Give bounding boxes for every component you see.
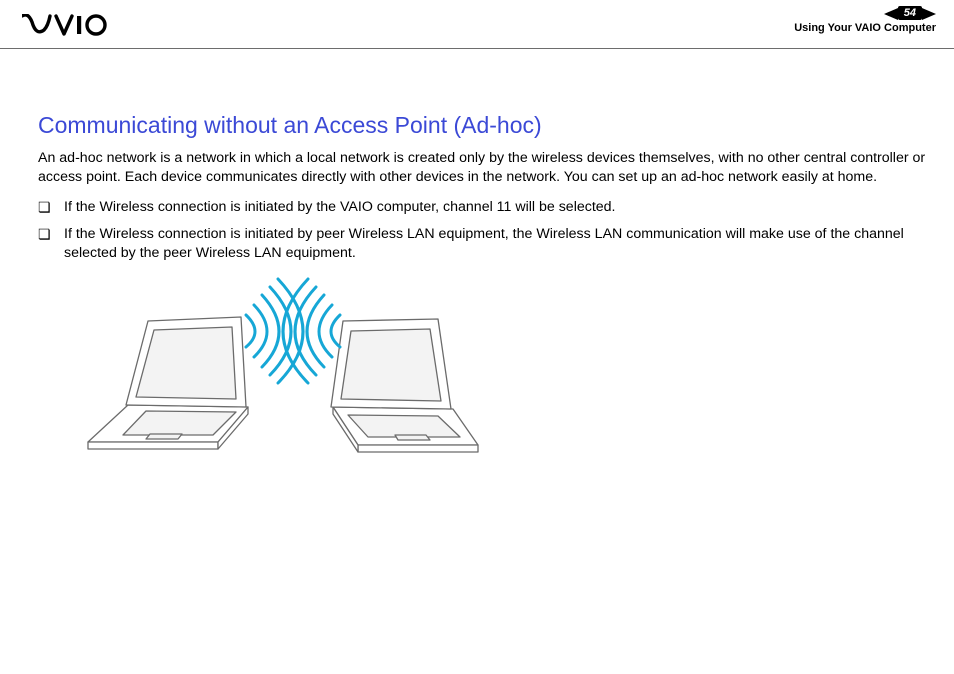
page-number: 54 (898, 6, 922, 20)
page-title: Communicating without an Access Point (A… (38, 112, 926, 139)
list-item: If the Wireless connection is initiated … (38, 225, 926, 262)
section-label: Using Your VAIO Computer (794, 22, 936, 34)
list-item: If the Wireless connection is initiated … (38, 198, 926, 217)
page-content: Communicating without an Access Point (A… (38, 112, 926, 477)
vaio-logo (22, 14, 108, 42)
bullet-list: If the Wireless connection is initiated … (38, 198, 926, 262)
header-nav: 54 Using Your VAIO Computer (794, 6, 936, 34)
adhoc-figure (68, 277, 488, 477)
page-header: 54 Using Your VAIO Computer (0, 0, 954, 49)
prev-page-arrow[interactable] (884, 7, 898, 19)
intro-paragraph: An ad-hoc network is a network in which … (38, 149, 926, 186)
next-page-arrow[interactable] (922, 7, 936, 19)
